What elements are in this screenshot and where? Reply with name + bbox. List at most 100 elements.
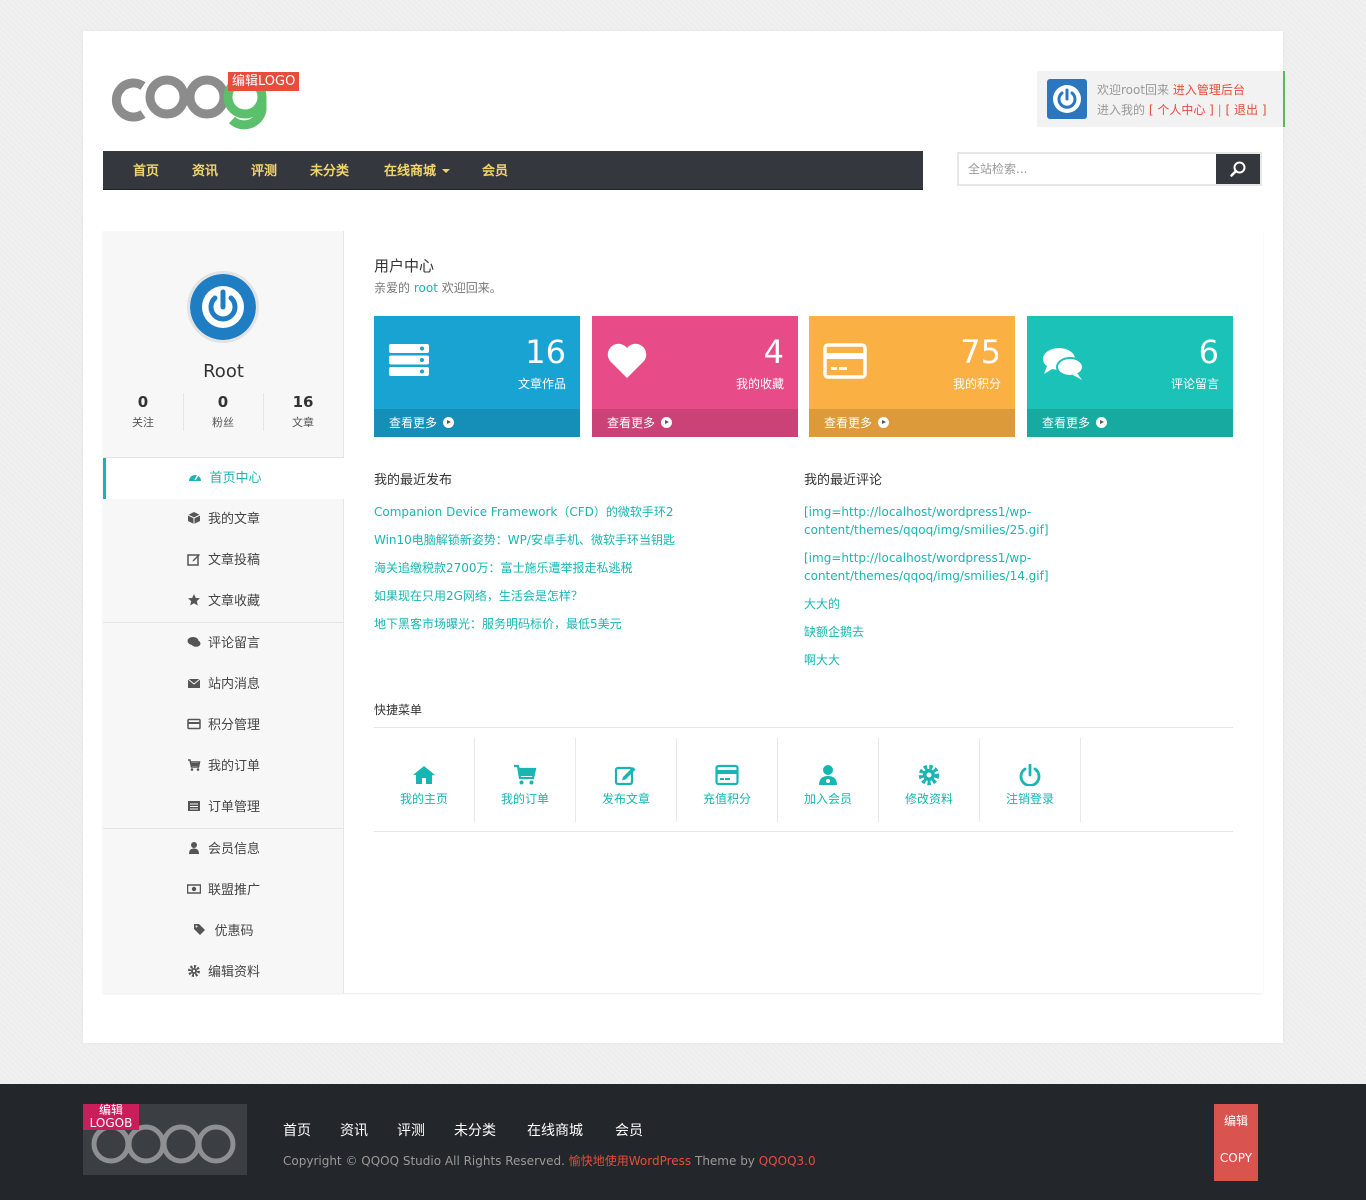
- quick-publish[interactable]: 发布文章: [576, 738, 677, 822]
- sidebar: Root 0 关注 0 粉丝 16 文章 首页中心 我的文章 文章投稿 文章收藏…: [103, 231, 344, 993]
- sidebar-item-favorites[interactable]: 文章收藏: [103, 581, 344, 622]
- nav-item-member[interactable]: 会员: [482, 151, 508, 190]
- footer-nav-uncategorized[interactable]: 未分类: [454, 1120, 496, 1140]
- search-button[interactable]: [1216, 154, 1260, 184]
- tile-favorites-label: 我的收藏: [735, 377, 784, 391]
- stat-following[interactable]: 0 关注: [103, 393, 183, 430]
- profile-avatar[interactable]: [187, 271, 259, 343]
- quick-join-member[interactable]: 加入会员: [778, 738, 879, 822]
- user-avatar[interactable]: [1047, 79, 1087, 119]
- quick-edit-profile[interactable]: 修改资料: [879, 738, 980, 822]
- server-icon: [389, 344, 429, 376]
- sidebar-item-my-articles[interactable]: 我的文章: [103, 499, 344, 540]
- recent-comment-link[interactable]: [img=http://localhost/wordpress1/wp- con…: [804, 549, 1049, 595]
- recent-comment-link[interactable]: 啊大大: [804, 651, 1049, 679]
- menu-group-account: 会员信息 联盟推广 优惠码 编辑资料: [103, 828, 344, 993]
- recent-post-link[interactable]: 如果现在只用2G网络，生活会是怎样？: [374, 587, 675, 615]
- sidebar-item-messages[interactable]: 站内消息: [103, 664, 344, 705]
- stat-following-label: 关注: [132, 416, 154, 429]
- user-welcome-box: 欢迎root回来 进入管理后台 进入我的 [ 个人中心 ] | [ 退出 ]: [1037, 71, 1285, 127]
- recent-comment-link[interactable]: 缺额企鹅去: [804, 623, 1049, 651]
- footer-nav-home[interactable]: 首页: [283, 1120, 311, 1140]
- footer-nav-review[interactable]: 评测: [397, 1120, 425, 1140]
- star-icon: [187, 594, 200, 606]
- sidebar-item-dashboard[interactable]: 首页中心: [103, 458, 344, 499]
- sidebar-item-comments[interactable]: 评论留言: [103, 623, 344, 664]
- recent-comment-link[interactable]: 大大的: [804, 595, 1049, 623]
- sidebar-item-affiliate[interactable]: 联盟推广: [103, 870, 344, 911]
- tile-comments[interactable]: 6 评论留言 查看更多: [1027, 316, 1233, 437]
- credit-card-icon: [187, 718, 201, 730]
- footer-copy-label: COPY: [1219, 1151, 1253, 1165]
- footer-nav-member[interactable]: 会员: [615, 1120, 643, 1140]
- admin-link[interactable]: 进入管理后台: [1173, 83, 1245, 97]
- sidebar-item-coupon[interactable]: 优惠码: [103, 911, 344, 952]
- dashboard-icon: [189, 474, 202, 481]
- tile-articles[interactable]: 16 文章作品 查看更多: [374, 316, 580, 437]
- quick-logout[interactable]: 注销登录: [980, 738, 1081, 822]
- recent-post-link[interactable]: 海关追缴税款2700万：富士施乐遭举报走私逃税: [374, 559, 675, 587]
- tile-points-label: 我的积分: [952, 377, 1001, 391]
- tile-articles-more[interactable]: 查看更多: [374, 409, 580, 437]
- footer-nav-news[interactable]: 资讯: [340, 1120, 368, 1140]
- nav-item-uncategorized[interactable]: 未分类: [310, 151, 349, 190]
- greeting-username[interactable]: root: [414, 281, 438, 295]
- greeting-suffix: 欢迎回来。: [441, 281, 502, 295]
- nav-item-news[interactable]: 资讯: [192, 151, 218, 190]
- nav-item-home[interactable]: 首页: [133, 151, 159, 190]
- tile-points[interactable]: 75 我的积分 查看更多: [809, 316, 1015, 437]
- tile-favorites[interactable]: 4 我的收藏 查看更多: [592, 316, 798, 437]
- cart-icon: [514, 764, 537, 785]
- tile-comments-more[interactable]: 查看更多: [1027, 409, 1233, 437]
- footer-edit-copy-button[interactable]: 编辑 COPY: [1214, 1104, 1258, 1181]
- sidebar-item-label: 订单管理: [207, 800, 260, 815]
- divider: [374, 831, 1233, 832]
- theme-link[interactable]: QQOQ3.0: [759, 1154, 816, 1168]
- stat-posts[interactable]: 16 文章: [263, 393, 343, 430]
- quick-orders[interactable]: 我的订单: [475, 738, 576, 822]
- nav-item-review[interactable]: 评测: [251, 151, 277, 190]
- footer-nav-shop[interactable]: 在线商城: [527, 1120, 583, 1140]
- quick-label: 我的主页: [399, 792, 448, 806]
- tile-favorites-count: 4: [763, 333, 784, 371]
- logo-edit-badge[interactable]: 编辑LOGO: [228, 72, 300, 91]
- view-more-label: 查看更多: [1042, 416, 1091, 430]
- tile-favorites-more[interactable]: 查看更多: [592, 409, 798, 437]
- quick-label: 注销登录: [1005, 792, 1054, 806]
- sidebar-item-label: 首页中心: [209, 471, 262, 486]
- sidebar-item-my-orders[interactable]: 我的订单: [103, 746, 344, 787]
- profile-name: Root: [203, 361, 244, 382]
- recent-comment-link[interactable]: [img=http://localhost/wordpress1/wp- con…: [804, 503, 1049, 549]
- search-input[interactable]: [959, 154, 1217, 184]
- stat-posts-label: 文章: [292, 416, 314, 429]
- welcome-text: 欢迎root回来 进入管理后台: [1097, 81, 1245, 98]
- sidebar-item-label: 联盟推广: [207, 883, 260, 898]
- recent-post-link[interactable]: 地下黑客市场曝光：服务明码标价，最低5美元: [374, 615, 675, 643]
- quick-menu-title: 快捷菜单: [374, 703, 423, 717]
- page-title: 用户中心: [374, 257, 435, 275]
- sidebar-item-order-management[interactable]: 订单管理: [103, 787, 344, 828]
- logout-link[interactable]: [ 退出 ]: [1226, 103, 1267, 117]
- arrow-circle-right-icon: [878, 417, 890, 428]
- footer-logo-edit-badge[interactable]: 编辑 LOGOB: [83, 1104, 139, 1130]
- tile-points-more[interactable]: 查看更多: [809, 409, 1015, 437]
- quick-home[interactable]: 我的主页: [374, 738, 475, 822]
- sidebar-item-member-info[interactable]: 会员信息: [103, 829, 344, 870]
- quick-recharge[interactable]: 充值积分: [677, 738, 778, 822]
- comment-line: [img=http://localhost/wordpress1/wp-: [804, 505, 1032, 519]
- recent-post-link[interactable]: Companion Device Framework（CFD）的微软手环2: [374, 503, 675, 531]
- sidebar-item-edit-profile[interactable]: 编辑资料: [103, 952, 344, 993]
- sidebar-item-label: 编辑资料: [207, 965, 260, 980]
- wordpress-link[interactable]: 愉快地使用WordPress: [569, 1154, 691, 1168]
- stat-followers[interactable]: 0 粉丝: [183, 393, 263, 430]
- sidebar-item-points[interactable]: 积分管理: [103, 705, 344, 746]
- sidebar-item-submit-article[interactable]: 文章投稿: [103, 540, 344, 581]
- personal-center-link[interactable]: [ 个人中心 ]: [1149, 103, 1214, 117]
- envelope-icon: [187, 678, 201, 688]
- recent-post-link[interactable]: Win10电脑解锁新姿势：WP/安卓手机、微软手环当钥匙: [374, 531, 675, 559]
- tags-icon: [194, 924, 206, 935]
- home-icon: [413, 766, 435, 784]
- edit-icon: [187, 554, 200, 566]
- comment-line: [img=http://localhost/wordpress1/wp-: [804, 551, 1032, 565]
- nav-item-shop[interactable]: 在线商城: [384, 151, 451, 190]
